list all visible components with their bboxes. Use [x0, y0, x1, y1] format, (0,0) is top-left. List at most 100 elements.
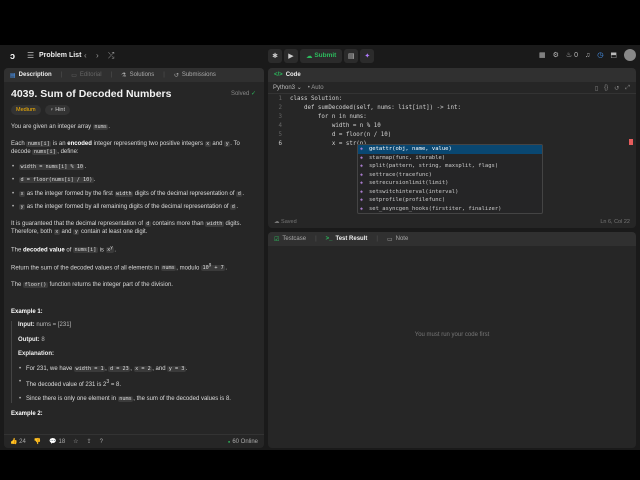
- nav-right: ▦ ⚙ ♨ 0 ♫ ◷ ⬒: [539, 49, 636, 61]
- language-select[interactable]: Python3 ⌄: [273, 84, 302, 91]
- leetcode-logo-icon[interactable]: ↄ: [10, 51, 20, 61]
- upload-cloud-icon: ☁: [306, 52, 315, 60]
- autocomplete-item[interactable]: ◈ settrace(tracefunc): [358, 171, 542, 180]
- code-editor[interactable]: 1 2 3 4 5 6 class Solution: def sumDecod…: [268, 94, 636, 214]
- method-icon: ◈: [360, 163, 364, 170]
- tab-solutions[interactable]: ⚗ Solutions: [121, 72, 154, 79]
- list-item: Since there is only one element in nums,…: [18, 395, 257, 404]
- run-button[interactable]: ▶: [284, 48, 298, 63]
- example-1-title: Example 1:: [11, 309, 43, 316]
- solved-status: Solved ✓: [230, 91, 256, 97]
- document-icon: ▤: [10, 72, 16, 79]
- method-icon: ◈: [360, 171, 364, 178]
- comment-icon: 💬: [49, 439, 57, 445]
- autocomplete-item[interactable]: ◈ starmap(func, iterable): [358, 154, 542, 163]
- notification-icon[interactable]: ♫: [585, 52, 590, 59]
- debug-button[interactable]: ✱: [268, 48, 282, 63]
- reset-icon[interactable]: ↺: [614, 85, 619, 92]
- tab-description[interactable]: ▤ Description: [10, 72, 52, 79]
- difficulty-badge[interactable]: Medium: [11, 105, 41, 115]
- online-count: 60 Online: [228, 439, 258, 445]
- definition-list: width = nums[i] % 10. d = floor(nums[i] …: [11, 163, 257, 212]
- code-line: d = floor(n / 10): [290, 132, 392, 138]
- method-icon: ◈: [360, 180, 364, 187]
- autocomplete-item[interactable]: ◈ getattr(obj, name, value): [358, 145, 542, 154]
- code-options: Python3 ⌄ • Auto ▯ {} ↺ ⤢: [268, 82, 636, 94]
- ai-assist-button[interactable]: ✦: [360, 48, 375, 63]
- thumbs-down-icon: 👎: [33, 439, 42, 445]
- list-item: width = nums[i] % 10.: [11, 163, 257, 172]
- test-panel: ☑ Testcase | >_ Test Result | ▭ Note You mu…: [268, 232, 636, 448]
- tab-note[interactable]: ▭ Note: [387, 236, 408, 243]
- problem-title[interactable]: 4039. Sum of Decoded Numbers: [11, 88, 257, 100]
- method-icon: ◈: [360, 188, 364, 195]
- editor-tools: ▯ {} ↺ ⤢: [595, 85, 630, 92]
- example-1: Input: nums = [231] Output: 8 Explanatio…: [11, 321, 257, 404]
- intro-paragraph: You are given an integer array nums.: [11, 124, 111, 130]
- prev-problem-icon[interactable]: ‹: [84, 51, 87, 60]
- list-item: x as the integer formed by the first wid…: [11, 190, 257, 199]
- problem-list-link[interactable]: Problem List: [39, 52, 81, 59]
- book-icon: ▭: [71, 72, 77, 79]
- streak-counter[interactable]: ♨ 0: [566, 51, 578, 59]
- comments-button[interactable]: 💬 18: [49, 438, 65, 445]
- next-problem-icon[interactable]: ›: [96, 51, 99, 60]
- submit-button[interactable]: ☁ Submit: [300, 48, 343, 63]
- favorite-button[interactable]: ☆: [73, 438, 78, 445]
- tab-submissions[interactable]: ↺ Submissions: [174, 72, 216, 79]
- example-explanation: Explanation:: [18, 351, 55, 358]
- tab-editorial[interactable]: ▭ Editorial: [71, 72, 101, 79]
- method-icon: ◈: [360, 197, 364, 204]
- description-panel: ▤ Description | ▭ Editorial | ⚗ Solutions |…: [4, 68, 264, 448]
- braces-icon[interactable]: {}: [604, 85, 608, 92]
- sparkle-icon: ✦: [364, 52, 371, 60]
- expand-icon[interactable]: ⤢: [625, 85, 630, 92]
- code-line: x = str(n): [290, 141, 367, 147]
- hint-badge[interactable]: ♀ Hint: [44, 105, 70, 115]
- premium-icon[interactable]: ⬒: [610, 51, 617, 59]
- help-button[interactable]: ?: [100, 439, 103, 445]
- code-line: def sumDecoded(self, nums: list[int]) ->…: [290, 105, 462, 111]
- tab-testcase[interactable]: ☑ Testcase: [274, 236, 306, 243]
- autocomplete-item[interactable]: ◈ setprofile(profilefunc): [358, 196, 542, 205]
- shuffle-icon[interactable]: ⤮: [108, 51, 114, 61]
- tab-code[interactable]: </> Code: [274, 72, 301, 78]
- list-item: The decoded value of 231 is 23 = 8.: [18, 378, 257, 390]
- list-item: For 231, we have width = 1, d = 23, x = …: [18, 365, 257, 374]
- autocomplete-item[interactable]: ◈ set_asyncgen_hooks(firstiter, finalizer…: [358, 205, 542, 214]
- description-footer: 👍 24 👎 💬 18 ☆ ⇪ ? 60 Online: [4, 434, 264, 448]
- test-tabs: ☑ Testcase | >_ Test Result | ▭ Note: [268, 232, 636, 246]
- layout-icon[interactable]: ▦: [539, 51, 546, 59]
- share-button[interactable]: ⇪: [87, 438, 92, 445]
- code-panel: </> Code Python3 ⌄ • Auto ▯ {} ↺ ⤢ 1 2 3 …: [268, 68, 636, 228]
- flask-icon: ⚗: [121, 72, 127, 79]
- autocomplete-item[interactable]: ◈ setswitchinterval(interval): [358, 188, 542, 197]
- bookmark-icon[interactable]: ▯: [595, 85, 598, 92]
- code-tabs: </> Code: [268, 68, 636, 82]
- avatar[interactable]: [624, 49, 636, 61]
- list-item: y as the integer formed by all remaining…: [11, 203, 257, 212]
- error-marker: [629, 139, 633, 145]
- test-result-message: You must run your code first: [414, 332, 490, 338]
- method-icon: ◈: [360, 205, 364, 212]
- return-paragraph: Return the sum of the decoded values of …: [11, 263, 227, 272]
- checkbox-icon: ☑: [274, 236, 280, 243]
- problem-list-icon[interactable]: ☰: [27, 52, 35, 60]
- like-button[interactable]: 👍 24: [10, 438, 26, 445]
- lightbulb-icon: ♀: [49, 107, 54, 113]
- problem-badges: Medium ♀ Hint: [11, 105, 257, 115]
- dislike-button[interactable]: 👎: [34, 438, 41, 445]
- code-line: for n in nums:: [290, 114, 367, 120]
- autocomplete-item[interactable]: ◈ setrecursionlimit(limit): [358, 179, 542, 188]
- description-tabs: ▤ Description | ▭ Editorial | ⚗ Solutions |…: [4, 68, 264, 82]
- run-controls: ✱ ▶ ☁ Submit ▤ ✦: [268, 48, 375, 63]
- autocomplete-item[interactable]: ◈ split(pattern, string, maxsplit, flags): [358, 162, 542, 171]
- floor-paragraph: The floor() function returns the integer…: [11, 281, 173, 288]
- list-item: d = floor(nums[i] / 10).: [11, 176, 257, 185]
- code-icon: </>: [274, 72, 283, 78]
- settings-icon[interactable]: ⚙: [553, 51, 559, 59]
- auto-toggle[interactable]: • Auto: [308, 85, 324, 91]
- notes-button[interactable]: ▤: [344, 48, 359, 63]
- timer-icon[interactable]: ◷: [597, 51, 603, 59]
- tab-test-result[interactable]: >_ Test Result: [326, 236, 368, 242]
